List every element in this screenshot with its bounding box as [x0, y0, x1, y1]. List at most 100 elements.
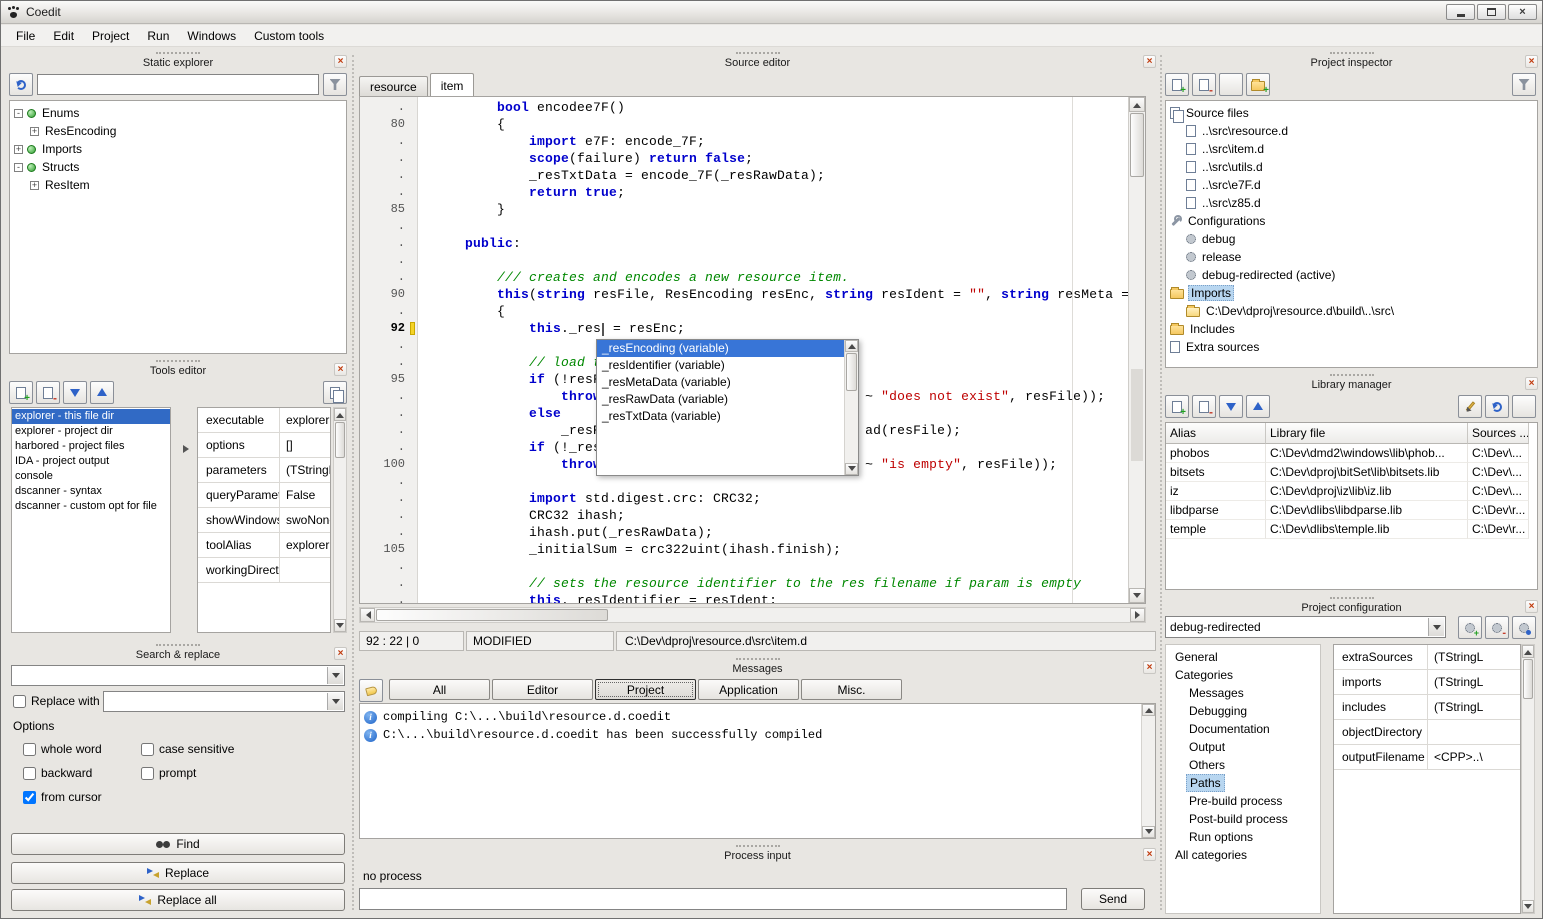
remove-page-button[interactable] — [1192, 73, 1216, 96]
source-editor-header[interactable]: Source editor × — [357, 51, 1158, 71]
drag-grip[interactable] — [736, 52, 780, 54]
code-line[interactable]: bool encodee7F() — [419, 99, 1128, 116]
completion-item[interactable]: _resIdentifier (variable) — [597, 357, 844, 374]
replace-term-combobox[interactable] — [103, 691, 345, 712]
move-down-button[interactable] — [63, 381, 87, 404]
filter-misc-button[interactable]: Misc. — [801, 679, 902, 700]
option-whole-word[interactable]: whole word — [23, 737, 141, 761]
configuration-scrollbar[interactable] — [1521, 644, 1535, 914]
code-line[interactable]: this._resIdentifier = resIdent; — [419, 592, 1128, 603]
expand-icon[interactable]: + — [14, 145, 23, 154]
symbol-tree[interactable]: -Enums+ResEncoding+Imports-Structs+ResIt… — [9, 100, 347, 354]
gear-remove-button[interactable] — [1485, 616, 1509, 639]
message-row[interactable]: C:\...\build\resource.d.coedit has been … — [360, 726, 1155, 744]
tree-item-imports[interactable]: Imports — [1166, 284, 1537, 302]
add-folder-button[interactable] — [1246, 73, 1270, 96]
symbol-search-input[interactable] — [37, 74, 319, 95]
tree-item-resencoding[interactable]: +ResEncoding — [10, 122, 346, 140]
tag-button[interactable] — [359, 679, 383, 702]
category-documentation[interactable]: Documentation — [1166, 720, 1320, 738]
code-line[interactable]: } — [419, 201, 1128, 218]
close-panel-icon[interactable]: × — [1143, 848, 1156, 861]
drag-grip[interactable] — [156, 644, 200, 646]
tree-item-structs[interactable]: -Structs — [10, 158, 346, 176]
category-post-build-process[interactable]: Post-build process — [1166, 810, 1320, 828]
tree-item-enums[interactable]: -Enums — [10, 104, 346, 122]
gear-sync-button[interactable] — [1512, 616, 1536, 639]
duplicate-page-button[interactable] — [323, 381, 347, 404]
column-header-sources[interactable]: Sources ... — [1468, 423, 1529, 444]
tree-item-imports[interactable]: +Imports — [10, 140, 346, 158]
configuration-combobox[interactable]: debug-redirected — [1165, 616, 1446, 638]
tree-item-debug[interactable]: debug — [1166, 230, 1537, 248]
drag-grip[interactable] — [156, 360, 200, 362]
prompt-checkbox[interactable] — [141, 767, 154, 780]
project-tree[interactable]: Source files..\src\resource.d..\src\item… — [1165, 100, 1538, 368]
library-row[interactable]: izC:\Dev\dproj\iz\lib\iz.libC:\Dev\... — [1166, 482, 1537, 501]
code-line[interactable]: this(string resFile, ResEncoding resEnc,… — [419, 286, 1128, 303]
tool-list-item[interactable]: explorer - this file dir — [12, 409, 170, 424]
menu-project[interactable]: Project — [83, 26, 138, 46]
filter-application-button[interactable]: Application — [698, 679, 799, 700]
code-line[interactable]: public: — [419, 235, 1128, 252]
filter-button[interactable] — [1512, 73, 1536, 96]
filter-all-button[interactable]: All — [389, 679, 490, 700]
scrollbar-thumb[interactable] — [846, 353, 857, 391]
send-button[interactable]: Send — [1081, 888, 1145, 910]
property-value[interactable]: explorer — [280, 533, 330, 557]
column-header-alias[interactable]: Alias — [1166, 423, 1266, 444]
close-panel-icon[interactable]: × — [334, 363, 347, 376]
drag-grip[interactable] — [736, 845, 780, 847]
dropdown-button[interactable] — [327, 667, 343, 684]
editor-vertical-scrollbar[interactable] — [1128, 97, 1145, 603]
filter-button[interactable] — [323, 73, 347, 96]
message-row[interactable]: compiling C:\...\build\resource.d.coedit — [360, 708, 1155, 726]
code-line[interactable] — [419, 252, 1128, 269]
search-term-combobox[interactable] — [11, 665, 345, 686]
code-line[interactable]: return true; — [419, 184, 1128, 201]
open-folder-button[interactable] — [1219, 73, 1243, 96]
open-folder-button[interactable] — [1512, 395, 1536, 418]
add-page-button[interactable] — [1165, 73, 1189, 96]
option-backward[interactable]: backward — [23, 761, 141, 785]
completion-list[interactable]: _resEncoding (variable)_resIdentifier (v… — [597, 340, 844, 475]
add-page-button[interactable] — [1165, 395, 1189, 418]
code-line[interactable]: _resTxtData = encode_7F(_resRawData); — [419, 167, 1128, 184]
menu-file[interactable]: File — [7, 26, 44, 46]
drag-grip[interactable] — [156, 52, 200, 54]
tree-item-src-z85-d[interactable]: ..\src\z85.d — [1166, 194, 1537, 212]
scrollbar-thumb[interactable] — [1130, 113, 1144, 177]
tab-resource[interactable]: resource — [359, 76, 428, 96]
tool-list-item[interactable]: explorer - project dir — [12, 424, 170, 439]
property-value[interactable]: False — [280, 483, 330, 507]
filter-project-button[interactable]: Project — [595, 679, 696, 700]
library-row[interactable]: templeC:\Dev\dlibs\temple.libC:\Dev\r... — [1166, 520, 1537, 539]
category-paths[interactable]: Paths — [1166, 774, 1320, 792]
scrollbar-thumb[interactable] — [1523, 659, 1533, 699]
code-line[interactable] — [419, 218, 1128, 235]
library-row[interactable]: libdparseC:\Dev\dlibs\libdparse.libC:\De… — [1166, 501, 1537, 520]
property-value[interactable] — [280, 558, 330, 582]
option-case-sensitive[interactable]: case sensitive — [141, 737, 345, 761]
tools-editor-header[interactable]: Tools editor × — [7, 359, 349, 379]
find-button[interactable]: Find — [11, 833, 345, 855]
code-line[interactable]: ihash.put(_resRawData); — [419, 524, 1128, 541]
property-value[interactable]: explorer — [280, 408, 330, 432]
code-line[interactable]: import std.digest.crc: CRC32; — [419, 490, 1128, 507]
category-debugging[interactable]: Debugging — [1166, 702, 1320, 720]
property-value[interactable]: (TStringL — [1428, 695, 1520, 719]
property-value[interactable]: (TStringL — [1428, 645, 1520, 669]
project-inspector-header[interactable]: Project inspector × — [1163, 51, 1540, 71]
close-panel-icon[interactable]: × — [1143, 55, 1156, 68]
property-value[interactable]: <CPP>..\ — [1428, 745, 1520, 769]
code-line[interactable]: CRC32 ihash; — [419, 507, 1128, 524]
edit-button[interactable] — [1458, 395, 1482, 418]
backward-checkbox[interactable] — [23, 767, 36, 780]
category-messages[interactable]: Messages — [1166, 684, 1320, 702]
close-panel-icon[interactable]: × — [1525, 55, 1538, 68]
tool-list-item[interactable]: dscanner - custom opt for file — [12, 499, 170, 514]
property-value[interactable] — [1428, 720, 1520, 744]
tab-item[interactable]: item — [430, 73, 475, 96]
category-categories[interactable]: Categories — [1166, 666, 1320, 684]
tool-list-item[interactable]: console — [12, 469, 170, 484]
